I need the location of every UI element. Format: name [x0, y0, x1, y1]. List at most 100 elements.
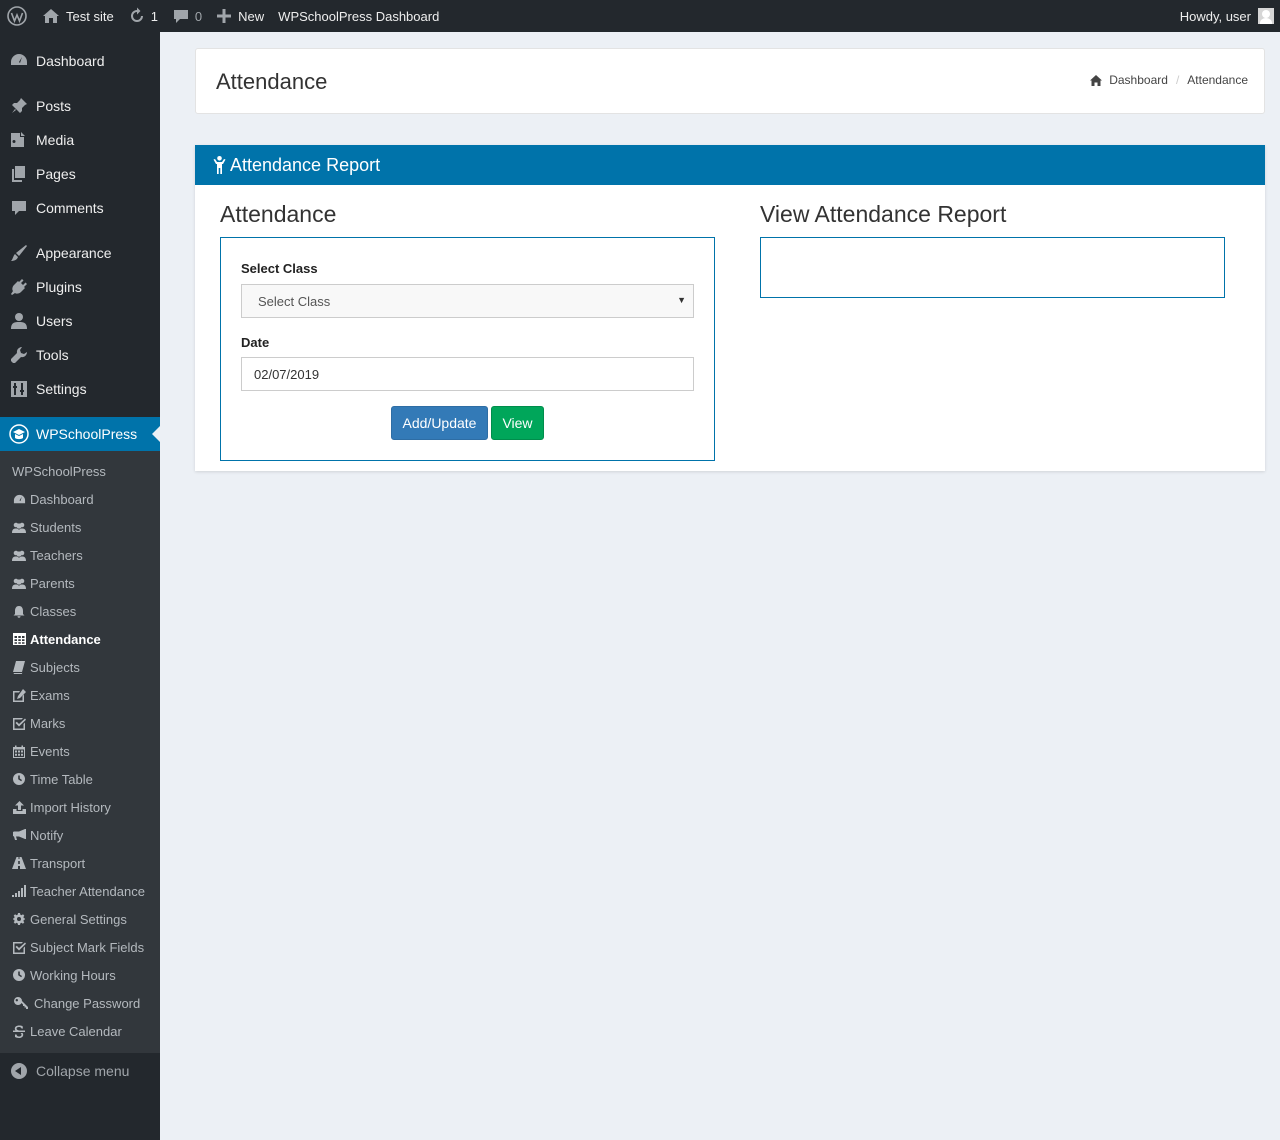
user-icon — [9, 311, 29, 331]
submenu-item-label: Notify — [30, 827, 64, 843]
submenu-item-working-hours[interactable]: Working Hours — [0, 961, 160, 989]
comments-link[interactable]: 0 — [165, 0, 209, 32]
add-update-button[interactable]: Add/Update — [391, 406, 488, 440]
sidebar-item-posts[interactable]: Posts — [0, 89, 160, 123]
book-icon — [12, 660, 26, 674]
submenu-item-wpschoolpress[interactable]: WPSchoolPress — [0, 457, 160, 485]
submenu-item-teachers[interactable]: Teachers — [0, 541, 160, 569]
wordpress-logo-icon[interactable] — [0, 0, 35, 32]
users-icon — [12, 576, 26, 590]
refresh-icon — [130, 7, 143, 22]
comment-icon — [9, 198, 29, 218]
new-content-link[interactable]: New — [209, 0, 271, 32]
submenu-item-label: Working Hours — [30, 967, 116, 983]
submenu-item-exams[interactable]: Exams — [0, 681, 160, 709]
class-select-value: Select Class — [258, 294, 331, 309]
home-icon — [43, 9, 59, 23]
submenu-item-attendance[interactable]: Attendance — [0, 625, 160, 653]
breadcrumb: Dashboard / Attendance — [1090, 73, 1248, 87]
table-icon — [12, 632, 26, 646]
plus-icon — [217, 9, 232, 23]
submenu-item-label: Dashboard — [30, 491, 94, 507]
select-class-label: Select Class — [241, 261, 318, 276]
submenu-item-label: Events — [30, 743, 70, 759]
sidebar-item-label: Users — [36, 313, 73, 329]
submenu-item-students[interactable]: Students — [0, 513, 160, 541]
submenu-item-label: Teachers — [30, 547, 83, 563]
sidebar-item-label: Plugins — [36, 279, 82, 295]
breadcrumb-current: Attendance — [1187, 73, 1248, 87]
sidebar-item-tools[interactable]: Tools — [0, 338, 160, 372]
pin-icon — [9, 96, 29, 116]
class-select[interactable]: Select Class ▼ — [241, 284, 694, 318]
person-icon — [213, 156, 226, 174]
submenu-item-general-settings[interactable]: General Settings — [0, 905, 160, 933]
sidebar-item-pages[interactable]: Pages — [0, 157, 160, 191]
clock-icon — [12, 772, 26, 786]
sidebar-item-comments[interactable]: Comments — [0, 191, 160, 225]
submenu-item-dashboard[interactable]: Dashboard — [0, 485, 160, 513]
panel-header: Attendance Report — [195, 145, 1265, 185]
collapse-menu-button[interactable]: Collapse menu — [0, 1054, 160, 1088]
date-input[interactable]: 02/07/2019 — [241, 357, 694, 391]
updates-link[interactable]: 1 — [121, 0, 165, 32]
pages-icon — [9, 164, 29, 184]
sidebar-item-dashboard[interactable]: Dashboard — [0, 44, 160, 78]
dashboard-icon — [12, 492, 26, 506]
caret-down-icon: ▼ — [677, 295, 686, 305]
wpschoolpress-icon — [9, 424, 29, 444]
submenu-item-notify[interactable]: Notify — [0, 821, 160, 849]
submenu-item-label: Classes — [30, 603, 77, 619]
settings-icon — [9, 379, 29, 399]
sidebar-item-wpschoolpress[interactable]: WPSchoolPress — [0, 417, 160, 451]
submenu-item-leave-calendar[interactable]: Leave Calendar — [0, 1017, 160, 1045]
breadcrumb-home-link[interactable]: Dashboard — [1109, 73, 1168, 87]
submenu-item-classes[interactable]: Classes — [0, 597, 160, 625]
attendance-report-output — [760, 237, 1225, 298]
key-icon — [12, 996, 30, 1010]
submenu-item-label: Students — [30, 519, 82, 535]
attendance-form: Select Class Select Class ▼ Date 02/07/2… — [220, 237, 715, 461]
sidebar-item-label: Posts — [36, 98, 72, 114]
submenu-item-events[interactable]: Events — [0, 737, 160, 765]
site-name-link[interactable]: Test site — [35, 0, 121, 32]
attendance-report-panel: Attendance Report Attendance View Attend… — [195, 145, 1265, 471]
updates-count: 1 — [150, 8, 158, 24]
new-label: New — [238, 8, 265, 24]
view-button[interactable]: View — [491, 406, 544, 440]
dashboard-icon — [9, 51, 29, 71]
sidebar-item-label: Media — [36, 132, 75, 148]
page-header: Attendance Dashboard / Attendance — [195, 48, 1265, 114]
submenu-item-parents[interactable]: Parents — [0, 569, 160, 597]
view-report-section-title: View Attendance Report — [760, 201, 1007, 227]
submenu-item-subject-mark-fields[interactable]: Subject Mark Fields — [0, 933, 160, 961]
clock-icon — [12, 968, 26, 982]
date-label: Date — [241, 335, 270, 350]
check-square-icon — [12, 716, 26, 730]
submenu-item-transport[interactable]: Transport — [0, 849, 160, 877]
sidebar-item-media[interactable]: Media — [0, 123, 160, 157]
wpschoolpress-dashboard-link[interactable]: WPSchoolPress Dashboard — [271, 0, 446, 32]
my-account-link[interactable]: Howdy, user — [1173, 0, 1280, 32]
site-name: Test site — [66, 8, 114, 24]
check-square-icon — [12, 940, 26, 954]
wrench-icon — [9, 345, 29, 365]
panel-title: Attendance Report — [230, 154, 381, 175]
page-title: Attendance — [216, 69, 328, 94]
submenu-item-label: Transport — [30, 855, 86, 871]
submenu-item-marks[interactable]: Marks — [0, 709, 160, 737]
submenu-item-teacher-attendance[interactable]: Teacher Attendance — [0, 877, 160, 905]
sidebar-item-users[interactable]: Users — [0, 304, 160, 338]
comments-count: 0 — [194, 8, 203, 24]
edit-icon — [12, 688, 26, 702]
sidebar-item-label: Appearance — [36, 245, 112, 261]
sidebar-item-plugins[interactable]: Plugins — [0, 270, 160, 304]
submenu-item-import-history[interactable]: Import History — [0, 793, 160, 821]
submenu-item-time-table[interactable]: Time Table — [0, 765, 160, 793]
submenu-item-subjects[interactable]: Subjects — [0, 653, 160, 681]
submenu-item-label: Attendance — [30, 631, 101, 647]
submenu-item-change-password[interactable]: Change Password — [0, 989, 160, 1017]
bullhorn-icon — [12, 828, 26, 842]
sidebar-item-settings[interactable]: Settings — [0, 372, 160, 406]
sidebar-item-appearance[interactable]: Appearance — [0, 236, 160, 270]
